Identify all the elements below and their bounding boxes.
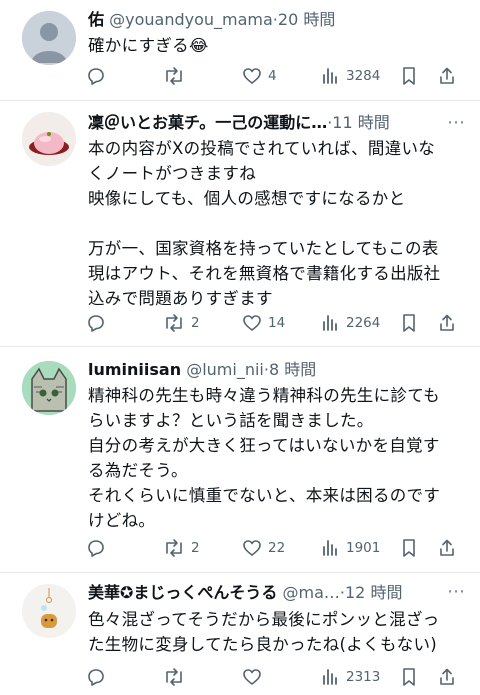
like-count: 14 bbox=[268, 315, 286, 331]
reply-button[interactable] bbox=[86, 536, 112, 560]
bookmark-icon bbox=[403, 539, 415, 557]
reply-icon bbox=[88, 540, 104, 557]
tweet-1[interactable]: 佑 @youandyou_mama·20 時間 確かにすぎる😂 4 3284 bbox=[0, 0, 480, 101]
share-icon bbox=[440, 539, 454, 556]
reply-button[interactable] bbox=[86, 64, 112, 88]
bookmark-button[interactable] bbox=[400, 665, 418, 689]
author-line: luminiisan @lumi_nii·8 時間 bbox=[88, 358, 452, 382]
heart-icon bbox=[243, 540, 261, 556]
retweet-icon bbox=[166, 314, 182, 332]
author-handle[interactable]: @ma… bbox=[283, 583, 340, 602]
share-button[interactable] bbox=[437, 64, 457, 88]
like-button[interactable]: 22 bbox=[242, 536, 285, 560]
avatar[interactable] bbox=[22, 112, 76, 166]
view-count: 2264 bbox=[346, 315, 381, 331]
retweet-icon bbox=[166, 539, 182, 557]
tweet-4[interactable]: 美華✪まじっくぺんそうる @ma…·12 時間 ⋯ 色々混ざってそうだから最後に… bbox=[0, 572, 480, 695]
author-handle[interactable]: @youandyou_mama bbox=[109, 10, 273, 29]
author-name[interactable]: 美華✪まじっくぺんそうる bbox=[88, 583, 277, 602]
bookmark-button[interactable] bbox=[400, 64, 418, 88]
reply-button[interactable] bbox=[86, 665, 112, 689]
tweet-text: 確かにすぎる😂 bbox=[88, 36, 209, 55]
author-name[interactable]: 凜＠いとお菓チ。一己の運動に… bbox=[88, 113, 327, 132]
share-button[interactable] bbox=[437, 536, 457, 560]
author-name[interactable]: luminiisan bbox=[88, 360, 181, 379]
charm-avatar-icon bbox=[22, 584, 76, 638]
retweet-button[interactable]: 2 bbox=[163, 311, 200, 335]
views-chart-icon bbox=[323, 315, 337, 331]
share-icon bbox=[440, 668, 454, 685]
share-button[interactable] bbox=[437, 311, 457, 335]
retweet-button[interactable] bbox=[163, 665, 191, 689]
tweet-text: 色々混ざってそうだから最後にポンッと混ざっ た生物に変身してたら良かったね(よく… bbox=[88, 610, 440, 654]
retweet-icon bbox=[166, 668, 182, 686]
author-line: 佑 @youandyou_mama·20 時間 bbox=[88, 8, 452, 32]
views-button[interactable]: 2264 bbox=[320, 311, 380, 335]
reply-icon bbox=[88, 669, 104, 686]
like-count: 22 bbox=[268, 540, 286, 556]
avatar[interactable] bbox=[22, 584, 76, 638]
reply-icon bbox=[88, 315, 104, 332]
views-chart-icon bbox=[323, 68, 337, 84]
tweet-text: 精神科の先生も時々違う精神科の先生に診ても らいますよ？という話を聞きました。 … bbox=[88, 386, 441, 530]
retweet-button[interactable] bbox=[163, 64, 191, 88]
action-bar: 2 22 1901 bbox=[80, 536, 460, 560]
retweet-count: 2 bbox=[191, 540, 200, 556]
timestamp[interactable]: 8 時間 bbox=[269, 360, 316, 379]
action-bar: 2313 bbox=[80, 665, 460, 689]
heart-icon bbox=[243, 669, 261, 685]
timestamp[interactable]: 11 時間 bbox=[332, 113, 389, 132]
like-button[interactable]: 4 bbox=[242, 64, 277, 88]
tweet-3[interactable]: luminiisan @lumi_nii·8 時間 精神科の先生も時々違う精神科… bbox=[0, 346, 480, 573]
like-count: 4 bbox=[268, 68, 277, 84]
view-count: 3284 bbox=[346, 68, 381, 84]
more-options-icon[interactable]: ⋯ bbox=[446, 112, 466, 136]
more-options-icon[interactable]: ⋯ bbox=[446, 581, 466, 605]
timestamp[interactable]: 20 時間 bbox=[278, 10, 335, 29]
bookmark-button[interactable] bbox=[400, 311, 418, 335]
reply-button[interactable] bbox=[86, 311, 112, 335]
avatar[interactable] bbox=[22, 361, 76, 415]
views-button[interactable]: 1901 bbox=[320, 536, 380, 560]
bookmark-icon bbox=[403, 67, 415, 85]
timestamp[interactable]: 12 時間 bbox=[345, 583, 402, 602]
retweet-icon bbox=[166, 67, 182, 85]
author-line: 凜＠いとお菓チ。一己の運動に…·11 時間 bbox=[88, 111, 452, 135]
author-handle[interactable]: @lumi_nii bbox=[186, 360, 264, 379]
reply-icon bbox=[88, 68, 104, 85]
tweet-text: 本の内容がXの投稿でされていれば、間違いな くノートがつきますね 映像にしても、… bbox=[88, 139, 441, 308]
author-line: 美華✪まじっくぺんそうる @ma…·12 時間 bbox=[88, 581, 452, 605]
heart-icon bbox=[243, 68, 261, 84]
share-button[interactable] bbox=[437, 665, 457, 689]
like-button[interactable]: 14 bbox=[242, 311, 285, 335]
author-name[interactable]: 佑 bbox=[88, 10, 104, 29]
bookmark-icon bbox=[403, 314, 415, 332]
action-bar: 4 3284 bbox=[80, 64, 460, 88]
retweet-count: 2 bbox=[191, 315, 200, 331]
bookmark-button[interactable] bbox=[400, 536, 418, 560]
avatar[interactable] bbox=[22, 11, 76, 65]
bookmark-icon bbox=[403, 668, 415, 686]
views-chart-icon bbox=[323, 540, 337, 556]
action-bar: 2 14 2264 bbox=[80, 311, 460, 335]
view-count: 2313 bbox=[346, 669, 381, 685]
views-chart-icon bbox=[323, 669, 337, 685]
share-icon bbox=[440, 67, 454, 84]
wagashi-avatar-icon bbox=[22, 112, 76, 166]
views-button[interactable]: 3284 bbox=[320, 64, 380, 88]
default-avatar-icon bbox=[22, 11, 76, 65]
views-button[interactable]: 2313 bbox=[320, 665, 380, 689]
cat-avatar-icon bbox=[22, 361, 76, 415]
tweet-2[interactable]: 凜＠いとお菓チ。一己の運動に…·11 時間 ⋯ 本の内容がXの投稿でされていれば… bbox=[0, 100, 480, 347]
heart-icon bbox=[243, 315, 261, 331]
retweet-button[interactable]: 2 bbox=[163, 536, 200, 560]
like-button[interactable] bbox=[242, 665, 268, 689]
view-count: 1901 bbox=[346, 540, 381, 556]
share-icon bbox=[440, 314, 454, 331]
